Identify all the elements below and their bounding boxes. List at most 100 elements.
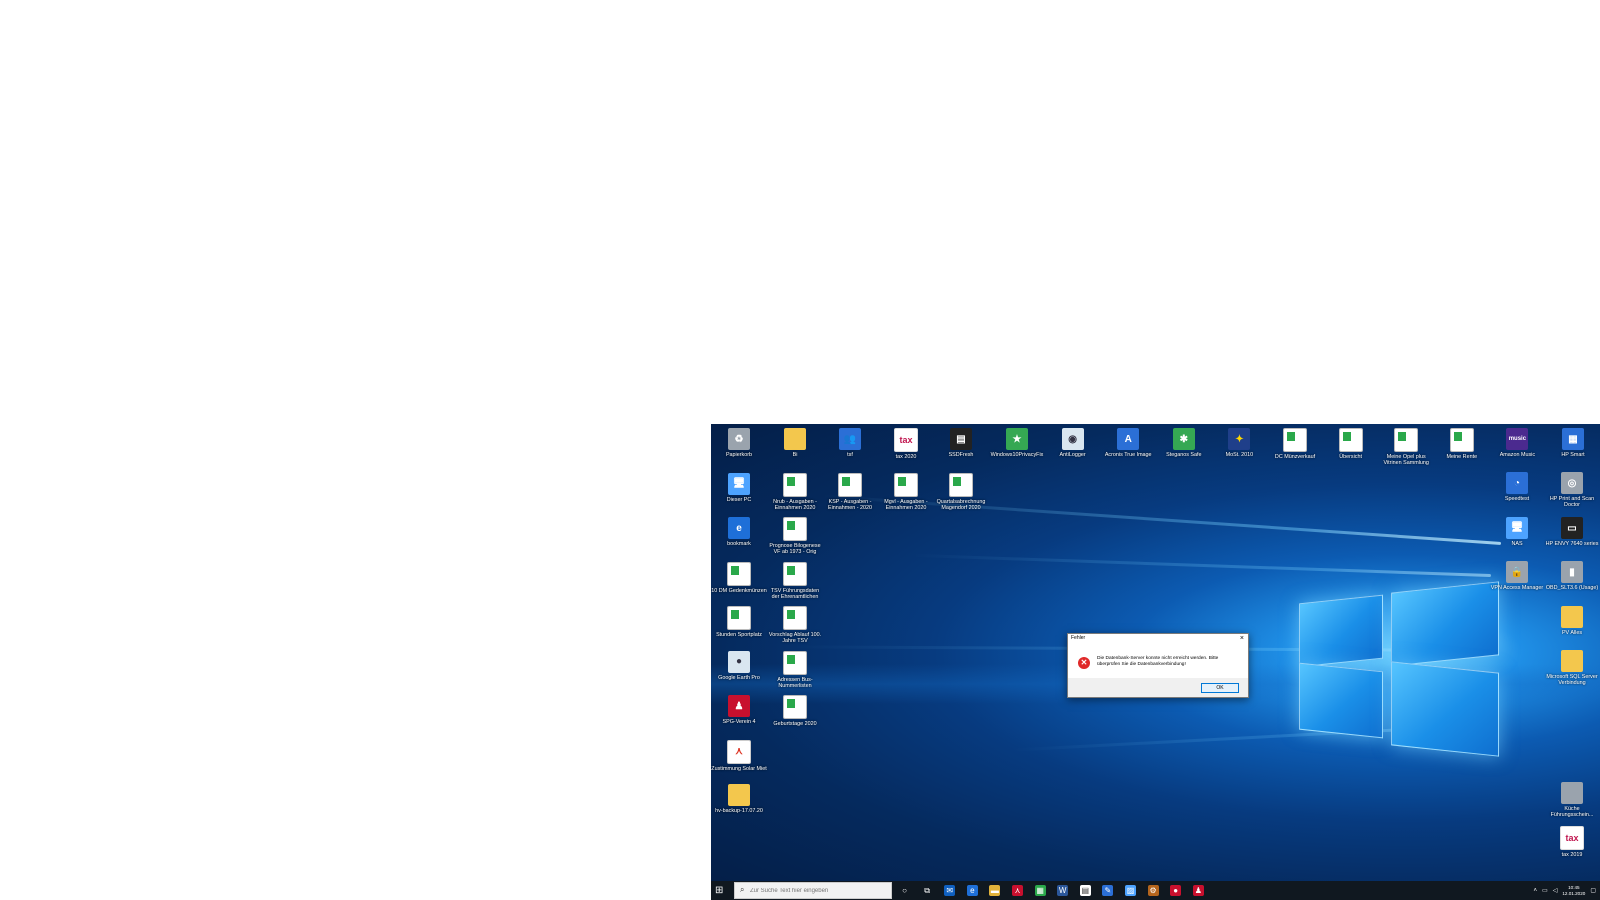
desktop-shortcut-label: AntiLogger — [1059, 452, 1086, 458]
desktop-shortcut[interactable]: tax tax 2020 — [878, 428, 934, 460]
outlook-icon[interactable]: ✉ — [944, 885, 956, 896]
desktop-shortcut[interactable]: ▮ OBD_SLT3.6 (Usage) — [1544, 561, 1600, 591]
desktop-shortcut[interactable]: ◎ HP Print and Scan Doctor — [1544, 472, 1600, 508]
desktop-shortcut[interactable]: Quartalsabrechnung Magendorf 2020 — [933, 472, 989, 511]
desktop-shortcut-label: Zustimmung Solar Miet — [711, 765, 767, 772]
notification-icon[interactable]: ▢ — [1590, 887, 1596, 894]
windows-start-icon[interactable]: ⊞ — [715, 885, 726, 896]
hp-print-doctor-icon: ◎ — [1561, 472, 1583, 494]
desktop-shortcut[interactable]: Nrub - Ausgaben - Einnahmen 2020 — [767, 472, 823, 511]
dialog-body: ✕ Die Datenbank-Server konnte nicht erre… — [1068, 643, 1248, 678]
desktop-shortcut[interactable]: 👥 tsf — [822, 428, 878, 458]
desktop-shortcut[interactable]: A Acronis True Image — [1100, 428, 1156, 458]
desktop-shortcut[interactable]: TSV Führungsdaten der Ehrenamtlichen — [767, 561, 823, 600]
task-view-icon[interactable]: ⧉ — [921, 885, 933, 896]
desktop-shortcut-label: Acronis True Image — [1104, 452, 1152, 458]
dialog-title: Fehler — [1071, 635, 1086, 641]
hp-smart-icon: ▦ — [1562, 428, 1584, 450]
desktop-shortcut[interactable]: Prognose Bilogenese VF ab 1973 - Orig — [767, 517, 823, 555]
desktop-shortcut-label: OBD_SLT3.6 (Usage) — [1545, 585, 1599, 591]
desktop-shortcut[interactable]: ◔ Speedtest — [1489, 472, 1545, 502]
nas-icon: 🖥 — [1506, 516, 1528, 539]
cortana-icon[interactable]: ○ — [899, 885, 910, 896]
explorer-icon[interactable]: ▬ — [989, 885, 1001, 896]
desktop-shortcut[interactable]: hv-backup-17.07.20 — [711, 784, 767, 814]
light-beam — [911, 553, 1492, 577]
desktop-shortcut[interactable]: PV Alles — [1544, 606, 1600, 636]
chevron-up-icon[interactable]: ˄ — [1534, 888, 1538, 894]
desktop-shortcut[interactable]: ▦ HP Smart — [1545, 428, 1600, 458]
volume-icon[interactable]: ◁ — [1553, 887, 1558, 894]
excel-file-icon — [783, 472, 807, 497]
desktop-shortcut[interactable]: Microsoft SQL Server Verbindung — [1544, 650, 1600, 686]
document-icon — [1561, 782, 1583, 804]
desktop-shortcut[interactable]: ⋏ Zustimmung Solar Miet — [711, 739, 767, 772]
amazon-music-icon: music — [1506, 428, 1529, 450]
desktop-shortcut-label: HP ENVY 7640 series — [1545, 541, 1599, 547]
desktop-shortcut[interactable]: KSP - Ausgaben - Einnahmen - 2020 — [822, 472, 878, 511]
privacy-shield-icon: ★ — [1006, 428, 1028, 450]
taskbar-clock[interactable]: 10:45 12.01.2020 — [1562, 885, 1585, 896]
desktop-shortcut[interactable]: 🔒 VPN Access Manager — [1489, 561, 1545, 591]
desktop-shortcut[interactable]: ◉ AntiLogger — [1045, 428, 1101, 458]
notepad-icon[interactable]: ▤ — [1079, 885, 1091, 896]
desktop-shortcut[interactable]: Vorschlag Ablauf 100. Jahre TSV — [767, 606, 823, 644]
desktop-shortcut[interactable]: DC Münzverkauf — [1267, 428, 1323, 460]
desktop-shortcut[interactable]: ✱ Steganos Safe — [1156, 428, 1212, 458]
desktop-shortcut-label: PV Alles — [1561, 630, 1583, 636]
desktop-shortcut[interactable]: Küche Führungsschein... — [1544, 782, 1600, 818]
excel-file-icon — [727, 561, 751, 586]
desktop-shortcut[interactable]: Meine Opel plus Vitrinen Sammlung — [1378, 428, 1434, 466]
desktop-shortcut[interactable]: ★ Windows10PrivacyFix — [989, 428, 1045, 458]
desktop-shortcut[interactable]: Bi — [767, 428, 823, 458]
desktop-shortcut[interactable]: Übersicht — [1323, 428, 1379, 460]
desktop-shortcut[interactable]: Stunden Sportplatz — [711, 606, 767, 638]
app-tiles-icon[interactable]: ▦ — [1034, 885, 1046, 896]
desktop-shortcut[interactable]: Geburtstage 2020 — [767, 695, 823, 727]
desktop-shortcut-label: hv-backup-17.07.20 — [715, 808, 763, 814]
desktop-shortcut[interactable]: e bookmark — [711, 517, 767, 547]
excel-file-icon — [783, 517, 807, 541]
pdf-file-icon: ⋏ — [727, 739, 751, 764]
desktop-shortcut[interactable]: ▤ SSDFresh — [933, 428, 989, 458]
tool-icon[interactable]: ⚙ — [1147, 885, 1159, 896]
desktop-shortcut-label: Quartalsabrechnung Magendorf 2020 — [936, 498, 986, 511]
close-icon[interactable]: × — [1240, 634, 1244, 643]
vpn-access-icon: 🔒 — [1506, 561, 1528, 583]
network-icon[interactable]: ▭ — [1542, 887, 1548, 894]
desktop-shortcut[interactable]: music Amazon Music — [1489, 428, 1545, 458]
taskbar-search-box[interactable]: ⌕ — [734, 882, 892, 899]
pen-app-icon[interactable]: ✎ — [1102, 885, 1114, 896]
desktop-shortcut[interactable]: 🖥 NAS — [1489, 516, 1545, 547]
desktop-shortcut[interactable]: 🖥 Dieser PC — [711, 472, 767, 503]
search-input[interactable] — [750, 885, 885, 896]
desktop-shortcut[interactable]: ♻ Papierkorb — [711, 428, 767, 458]
desktop-shortcut[interactable]: tax tax 2019 — [1544, 826, 1600, 858]
acrobat-icon[interactable]: ⋏ — [1012, 885, 1023, 896]
desktop-shortcut[interactable]: Meine Rente — [1434, 428, 1490, 460]
photos-icon[interactable]: ▨ — [1125, 885, 1136, 896]
steganos-icon: ✱ — [1172, 428, 1195, 450]
printer-icon: ▭ — [1561, 517, 1583, 539]
ok-button[interactable]: OK — [1201, 683, 1239, 693]
desktop-shortcut[interactable]: 10 DM Gedenkmünzen — [711, 561, 767, 594]
desktop-shortcut-label: Steganos Safe — [1166, 452, 1202, 458]
desktop-shortcut[interactable]: ♟ SPG-Verein 4 — [711, 695, 767, 725]
desktop-shortcut-label: DC Münzverkauf — [1274, 454, 1316, 460]
euro-app-icon: ✦ — [1228, 428, 1251, 450]
folder-icon — [1561, 650, 1583, 672]
desktop-shortcut-label: Prognose Bilogenese VF ab 1973 - Orig — [769, 543, 821, 555]
desktop-shortcut[interactable]: ● Google Earth Pro — [711, 650, 767, 681]
spg-taskbar-icon[interactable]: ♟ — [1192, 885, 1204, 896]
dialog-footer: OK — [1068, 678, 1248, 697]
desktop-shortcut[interactable]: ▭ HP ENVY 7640 series — [1544, 517, 1600, 547]
speedtest-icon: ◔ — [1506, 472, 1528, 494]
edge-icon[interactable]: e — [966, 885, 978, 896]
desktop-shortcut[interactable]: ✦ MoSt. 2010 — [1211, 428, 1267, 458]
desktop-shortcut[interactable]: Adressen Bus-Nummerlisten — [767, 650, 823, 689]
record-icon[interactable]: ● — [1170, 885, 1182, 896]
desktop-shortcut[interactable]: Mgvl - Ausgaben - Einnahmen 2020 — [878, 472, 934, 511]
desktop-shortcut-label: Übersicht — [1339, 454, 1362, 460]
word-icon[interactable]: W — [1057, 885, 1069, 896]
excel-file-icon — [894, 472, 918, 497]
